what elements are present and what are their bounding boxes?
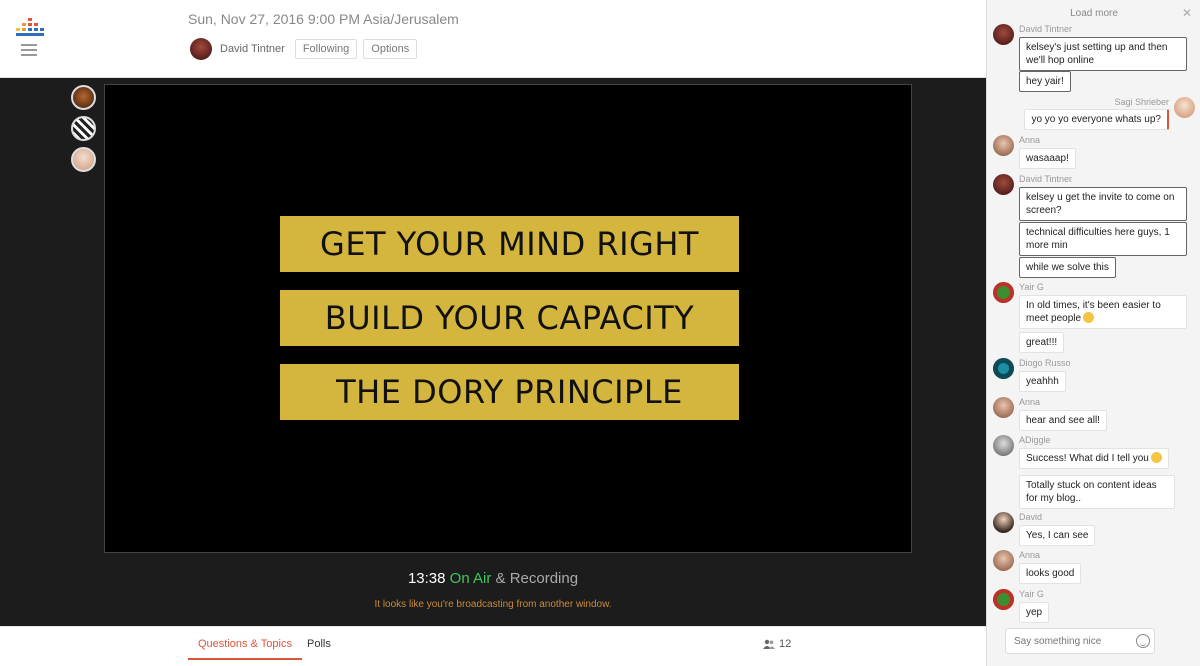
chat-author: Anna (1019, 135, 1041, 145)
chat-panel: Load more ✕ David Tintner kelsey's just … (986, 0, 1200, 666)
event-date: Sun, Nov 27, 2016 9:00 PM Asia/Jerusalem (188, 11, 459, 27)
slide-line: THE DORY PRINCIPLE (280, 364, 739, 420)
chat-bubble[interactable]: hear and see all! (1019, 410, 1107, 431)
chat-bubble[interactable]: Totally stuck on content ideas for my bl… (1019, 475, 1175, 509)
chat-author: David Tintner (1019, 174, 1073, 184)
participant-avatar[interactable] (71, 147, 96, 172)
recording-label: & Recording (495, 570, 579, 587)
host-row: David Tintner Following Options (190, 38, 418, 60)
slide-line: GET YOUR MIND RIGHT (280, 216, 739, 272)
chat-input[interactable] (1006, 629, 1126, 653)
chat-bubble[interactable]: looks good (1019, 563, 1082, 584)
chat-bubble[interactable]: great!!! (1019, 332, 1065, 353)
following-button[interactable]: Following (294, 39, 358, 59)
broadcast-status: 13:38 On Air & Recording (0, 570, 986, 587)
tab-questions-topics[interactable]: Questions & Topics (188, 627, 302, 660)
bottom-tab-bar: Questions & Topics Polls 12 (0, 626, 986, 666)
chat-author: David Tintner (1019, 24, 1073, 34)
broadcast-stage: GET YOUR MIND RIGHT BUILD YOUR CAPACITY … (0, 78, 986, 626)
tab-polls[interactable]: Polls (307, 627, 331, 660)
chat-bubble[interactable]: kelsey u get the invite to come on scree… (1019, 187, 1187, 221)
chat-bubble[interactable]: technical difficulties here guys, 1 more… (1019, 222, 1187, 256)
host-name[interactable]: David Tintner (220, 43, 285, 55)
hamburger-menu-icon[interactable] (21, 44, 37, 56)
grinning-emoji-icon (1083, 312, 1095, 323)
smirk-emoji-icon (1150, 452, 1162, 463)
chat-author: Sagi Shrieber (1114, 97, 1169, 107)
chat-author: David (1019, 512, 1043, 522)
broadcast-timer: 13:38 (407, 570, 446, 587)
chat-bubble[interactable]: yep (1019, 602, 1050, 623)
avatar[interactable] (993, 24, 1014, 45)
avatar[interactable] (993, 358, 1014, 379)
chat-bubble-text: In old times, it's been easier to meet p… (1026, 300, 1161, 324)
slide-line: BUILD YOUR CAPACITY (280, 290, 739, 346)
chat-author: ADiggle (1019, 435, 1051, 445)
viewer-count[interactable]: 12 (763, 638, 791, 650)
broadcast-warning: It looks like you're broadcasting from a… (374, 599, 612, 610)
host-avatar[interactable] (190, 38, 212, 60)
chat-input-wrapper (1005, 628, 1155, 654)
app-root: Sun, Nov 27, 2016 9:00 PM Asia/Jerusalem… (0, 0, 1200, 666)
chat-author: Anna (1019, 550, 1041, 560)
viewers-icon (763, 639, 775, 649)
options-button[interactable]: Options (363, 39, 418, 59)
avatar[interactable] (993, 512, 1014, 533)
on-air-label: On Air (449, 570, 492, 587)
load-more-button[interactable]: Load more (987, 8, 1200, 19)
chat-author: Anna (1019, 397, 1041, 407)
participant-avatar[interactable] (71, 116, 96, 141)
avatar[interactable] (993, 589, 1014, 610)
chat-bubble[interactable]: Yes, I can see (1019, 525, 1096, 546)
avatar[interactable] (993, 282, 1014, 303)
chat-bubble[interactable]: kelsey's just setting up and then we'll … (1019, 37, 1187, 71)
chat-author: Yair G (1019, 589, 1044, 599)
chat-bubble[interactable]: wasaaap! (1019, 148, 1076, 169)
chat-author: Diogo Russo (1019, 358, 1071, 368)
chat-bubble[interactable]: hey yair! (1019, 71, 1071, 92)
avatar[interactable] (993, 135, 1014, 156)
close-icon[interactable]: ✕ (1182, 6, 1192, 20)
avatar[interactable] (993, 550, 1014, 571)
chat-bubble-text: Success! What did I tell you (1026, 453, 1149, 464)
avatar[interactable] (993, 435, 1014, 456)
chat-bubble[interactable]: yo yo yo everyone whats up? (1024, 109, 1169, 130)
chat-bubble[interactable]: yeahhh (1019, 371, 1066, 392)
viewer-count-value: 12 (779, 638, 792, 650)
participant-avatar[interactable] (71, 85, 96, 110)
emoji-picker-icon[interactable] (1136, 634, 1150, 648)
chat-bubble[interactable]: Success! What did I tell you (1019, 448, 1169, 469)
chat-bubble[interactable]: while we solve this (1019, 257, 1116, 278)
video-player[interactable]: GET YOUR MIND RIGHT BUILD YOUR CAPACITY … (104, 84, 912, 553)
avatar[interactable] (1174, 97, 1195, 118)
avatar[interactable] (993, 174, 1014, 195)
chat-bubble[interactable]: In old times, it's been easier to meet p… (1019, 295, 1187, 329)
participant-list (71, 85, 96, 172)
chat-author: Yair G (1019, 282, 1044, 292)
avatar[interactable] (993, 397, 1014, 418)
app-logo-icon[interactable] (16, 18, 44, 38)
event-header: Sun, Nov 27, 2016 9:00 PM Asia/Jerusalem… (0, 0, 986, 78)
